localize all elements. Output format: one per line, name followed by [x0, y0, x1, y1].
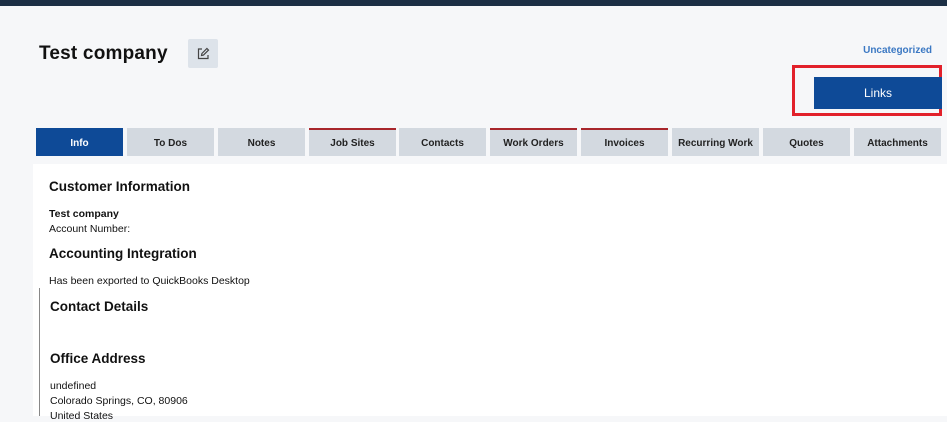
customer-info-heading: Customer Information [49, 179, 191, 194]
customer-name: Test company [49, 208, 119, 220]
section-divider [39, 288, 40, 416]
address-line-3: United States [50, 410, 114, 422]
tab-quotes[interactable]: Quotes [763, 128, 850, 156]
edit-button[interactable] [188, 39, 218, 68]
contact-details-heading: Contact Details [50, 299, 149, 314]
address-line-2: Colorado Springs, CO, 80906 [50, 395, 188, 407]
tab-to-dos[interactable]: To Dos [127, 128, 214, 156]
page-title: Test company [39, 43, 168, 64]
tab-attachments[interactable]: Attachments [854, 128, 941, 156]
links-button[interactable]: Links [814, 77, 942, 109]
tab-contacts[interactable]: Contacts [399, 128, 486, 156]
account-number-label: Account Number: [49, 223, 131, 235]
edit-icon [197, 47, 210, 59]
top-bar [0, 0, 947, 6]
tab-job-sites[interactable]: Job Sites [309, 128, 396, 156]
accounting-heading: Accounting Integration [49, 246, 197, 261]
category-link[interactable]: Uncategorized [863, 45, 932, 56]
tab-work-orders[interactable]: Work Orders [490, 128, 577, 156]
tab-invoices[interactable]: Invoices [581, 128, 668, 156]
tab-notes[interactable]: Notes [218, 128, 305, 156]
tab-info[interactable]: Info [36, 128, 123, 156]
office-address-heading: Office Address [50, 351, 146, 366]
tab-recurring-work[interactable]: Recurring Work [672, 128, 759, 156]
address-line-1: undefined [50, 380, 97, 392]
info-panel [33, 164, 947, 416]
accounting-status: Has been exported to QuickBooks Desktop [49, 275, 250, 287]
